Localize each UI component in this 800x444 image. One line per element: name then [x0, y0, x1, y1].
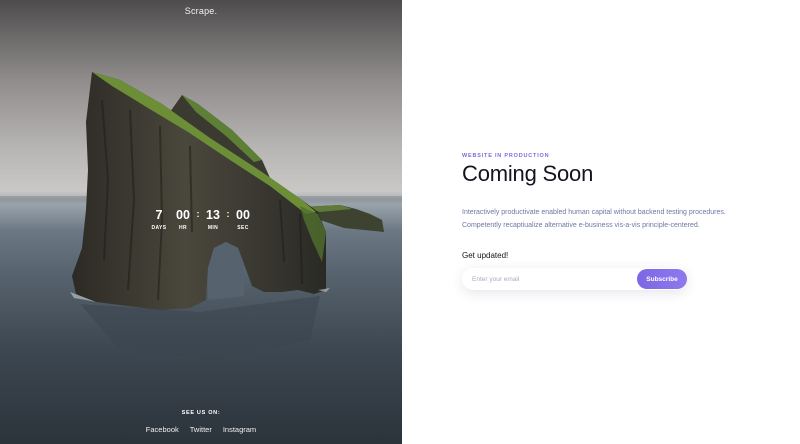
social-heading: SEE US ON:: [181, 410, 221, 416]
instagram-link[interactable]: Instagram: [223, 425, 256, 434]
description: Interactively productivate enabled human…: [462, 206, 752, 232]
countdown-days-value: 7: [155, 208, 163, 222]
hero-photo-panel: Scrape. 7 DAYS 00 HR : 13 MIN : 00 SEC S…: [0, 0, 402, 444]
countdown-hours: 00 HR: [172, 208, 194, 231]
social-links: Facebook Twitter Instagram: [0, 425, 402, 434]
countdown-days: 7 DAYS: [148, 208, 170, 231]
countdown-seconds: 00 SEC: [232, 208, 254, 231]
twitter-link[interactable]: Twitter: [190, 425, 212, 434]
countdown-days-label: DAYS: [151, 225, 167, 231]
countdown-separator: :: [196, 209, 200, 219]
facebook-link[interactable]: Facebook: [146, 425, 179, 434]
brand-logo[interactable]: Scrape.: [0, 6, 402, 16]
countdown-hours-value: 00: [176, 208, 190, 222]
page-title: Coming Soon: [462, 161, 594, 186]
countdown-minutes-label: MIN: [207, 225, 219, 231]
description-line: Competently recaptiualize alternative e-…: [462, 222, 700, 229]
countdown-seconds-label: SEC: [237, 225, 249, 231]
countdown-timer: 7 DAYS 00 HR : 13 MIN : 00 SEC: [148, 208, 254, 234]
subscribe-form: Subscribe: [462, 268, 687, 290]
subscribe-heading: Get updated!: [462, 251, 509, 260]
countdown-seconds-value: 00: [236, 208, 250, 222]
email-input[interactable]: [472, 268, 622, 290]
countdown-minutes: 13 MIN: [202, 208, 224, 231]
countdown-separator: :: [226, 209, 230, 219]
description-line: Interactively productivate enabled human…: [462, 209, 726, 216]
coming-soon-content: WEBSITE IN PRODUCTION Coming Soon Intera…: [462, 0, 762, 444]
eyebrow-label: WEBSITE IN PRODUCTION: [462, 153, 550, 159]
countdown-hours-label: HR: [178, 225, 188, 231]
subscribe-button[interactable]: Subscribe: [637, 269, 687, 289]
countdown-minutes-value: 13: [206, 208, 220, 222]
